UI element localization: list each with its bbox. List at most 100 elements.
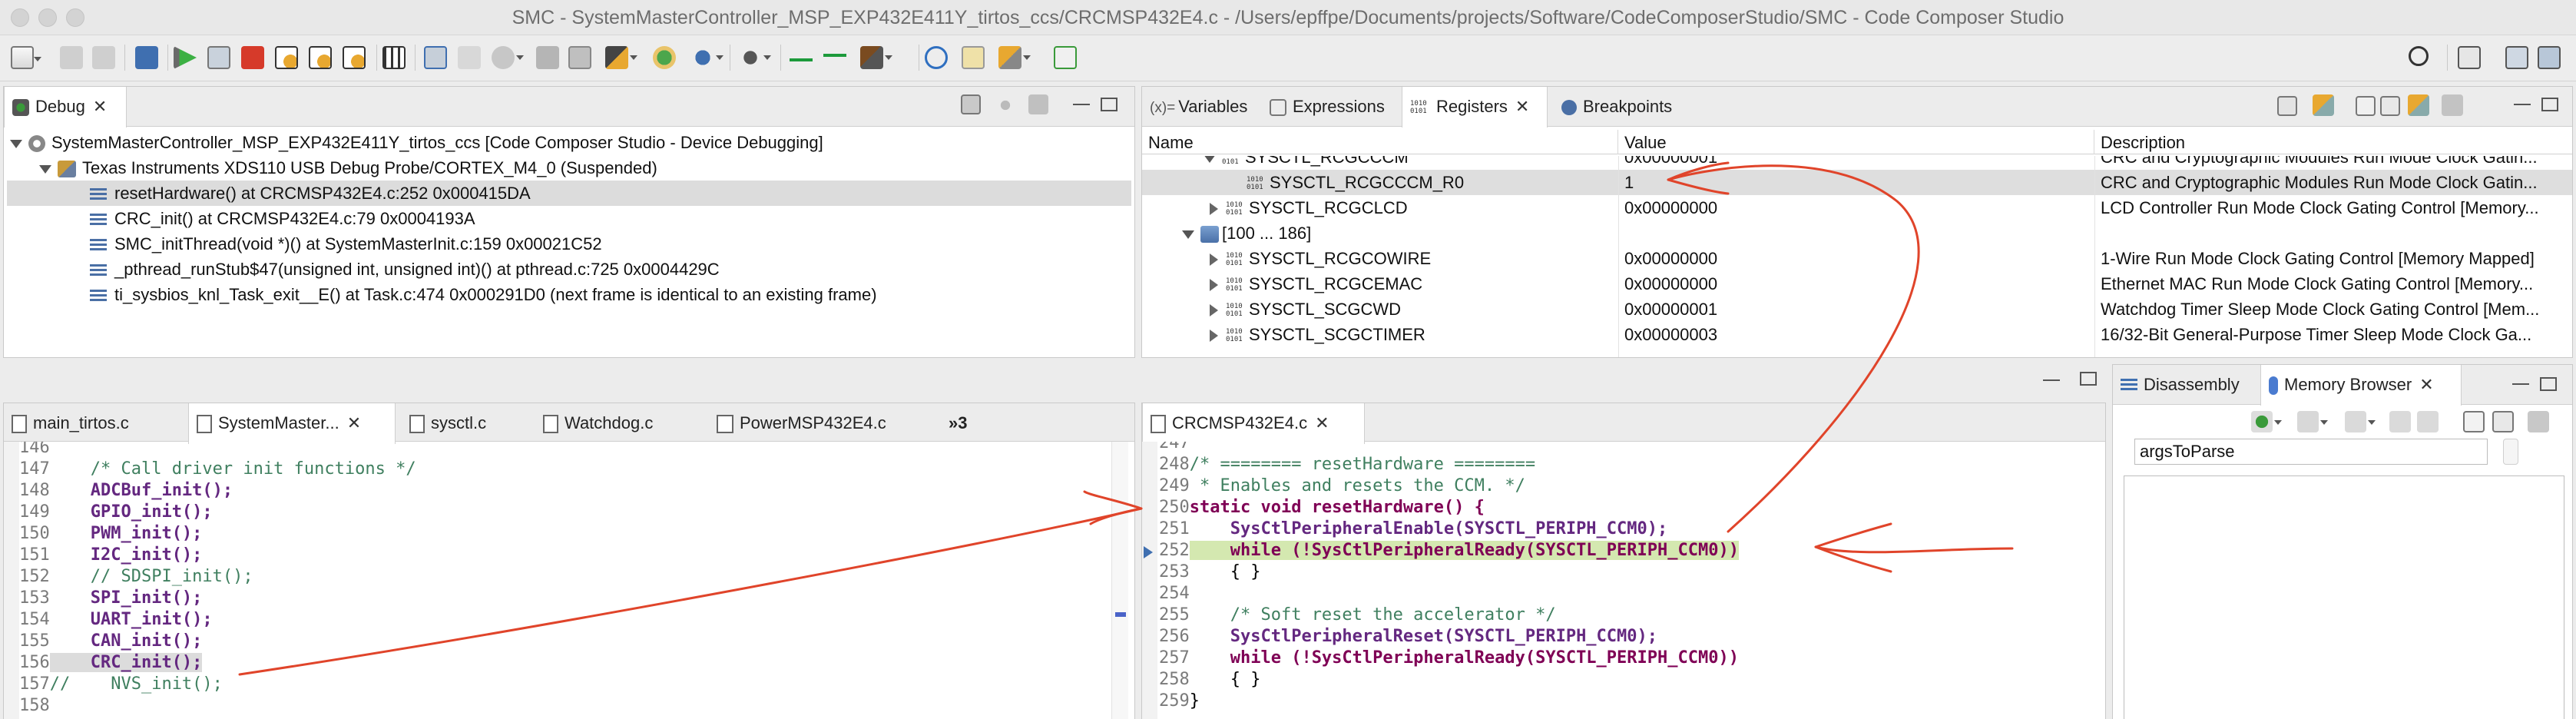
step-assembly-icon[interactable]: [790, 46, 813, 69]
tab-memory-browser[interactable]: Memory Browser ✕: [2260, 365, 2462, 406]
tab-systemmaster[interactable]: SystemMaster... ✕: [188, 403, 396, 444]
search-debug-icon[interactable]: [925, 46, 948, 69]
new-renderer-icon[interactable]: [2492, 411, 2514, 432]
disabled-icon[interactable]: [568, 46, 591, 69]
view-menu-icon[interactable]: [1028, 94, 1048, 114]
new-icon[interactable]: [11, 46, 41, 69]
register-group-row[interactable]: [100 ... 186]: [1142, 220, 2572, 246]
connect-target-icon[interactable]: [424, 46, 447, 69]
register-value[interactable]: 0x00000000: [1618, 246, 2094, 271]
format-icon[interactable]: [2297, 411, 2328, 432]
minimize-icon[interactable]: [2514, 104, 2531, 105]
minimize-editor-icon[interactable]: [2043, 379, 2060, 381]
register-row[interactable]: 1010 0101 SYSCTL_RCGCEMAC 0x00000000 Ethe…: [1142, 271, 2572, 297]
tab-powermsp[interactable]: PowerMSP432E4.c: [709, 403, 932, 443]
column-description[interactable]: Description: [2094, 130, 2572, 154]
register-row[interactable]: 1010 0101 SYSCTL_RCGCOWIRE 0x00000000 1-W…: [1142, 246, 2572, 271]
tab-watchdog[interactable]: Watchdog.c: [535, 403, 703, 443]
tree-item-session[interactable]: SystemMasterController_MSP_EXP432E411Y_t…: [7, 130, 1131, 155]
import-icon[interactable]: [2389, 411, 2411, 432]
maximize-editor-icon[interactable]: [2080, 372, 2097, 386]
step-over-assembly-icon[interactable]: [823, 46, 846, 69]
tab-expressions[interactable]: Expressions: [1262, 87, 1397, 127]
terminate-icon[interactable]: [241, 46, 264, 69]
stack-frame[interactable]: resetHardware() at CRCMSP432E4.c:252 0x0…: [7, 181, 1131, 206]
column-name[interactable]: Name: [1142, 130, 1618, 154]
new-tab-icon[interactable]: [2463, 411, 2485, 432]
hammer-icon[interactable]: [860, 46, 892, 69]
edit-perspective-icon[interactable]: [2505, 46, 2528, 69]
refresh-icon[interactable]: [2313, 94, 2334, 116]
more-tabs-button[interactable]: »3: [941, 403, 987, 443]
stack-frame[interactable]: _pthread_runStub$47(unsigned int, unsign…: [7, 257, 1131, 282]
link-icon[interactable]: [2345, 411, 2376, 432]
resume-icon[interactable]: [174, 46, 197, 69]
code-area[interactable]: 146 147 /* Call driver init functions */…: [19, 442, 1110, 719]
search-icon[interactable]: [2409, 46, 2429, 66]
save-all-icon[interactable]: [92, 46, 115, 69]
collapse-icon[interactable]: [2277, 96, 2297, 116]
maximize-icon[interactable]: [2540, 377, 2557, 391]
maximize-icon[interactable]: [2541, 98, 2558, 111]
close-icon[interactable]: ✕: [93, 87, 107, 127]
register-row[interactable]: 1010 0101 SYSCTL_SCGCTIMER 0x00000003 16/…: [1142, 322, 2572, 347]
restart-icon[interactable]: [536, 46, 559, 69]
tab-main-tirtos[interactable]: main_tirtos.c: [4, 403, 182, 443]
close-icon[interactable]: ✕: [1515, 87, 1529, 127]
register-value[interactable]: 0x00000001: [1618, 297, 2094, 322]
stack-frame[interactable]: CRC_init() at CRCMSP432E4.c:79 0x0004193…: [7, 206, 1131, 231]
view-menu-icon[interactable]: [2442, 94, 2463, 116]
export-memory-icon[interactable]: [2417, 411, 2439, 432]
tab-sysctl[interactable]: sysctl.c: [402, 403, 529, 443]
terminal-icon[interactable]: [135, 46, 158, 69]
wand-icon[interactable]: [998, 46, 1031, 69]
register-row[interactable]: 1010 0101 SYSCTL_RCGCLCD 0x00000000 LCD C…: [1142, 195, 2572, 220]
step-over-icon[interactable]: [309, 46, 332, 69]
tab-crcmsp[interactable]: CRCMSP432E4.c ✕: [1142, 403, 1365, 444]
debug-perspective-icon[interactable]: [2538, 46, 2561, 69]
column-value[interactable]: Value: [1618, 130, 2094, 154]
save-icon[interactable]: [60, 46, 83, 69]
tab-registers[interactable]: 1010 0101 Registers ✕: [1402, 87, 1548, 128]
register-value[interactable]: 0x00000000: [1618, 195, 2094, 220]
new-group-icon[interactable]: [2356, 96, 2376, 116]
address-history-button[interactable]: [2503, 439, 2518, 465]
register-value[interactable]: 1: [1618, 170, 2094, 195]
view-menu-icon[interactable]: [2528, 411, 2549, 432]
close-icon[interactable]: ✕: [2419, 365, 2433, 405]
minimize-icon[interactable]: [1073, 104, 1090, 105]
debug-launch-icon[interactable]: [653, 46, 676, 69]
collapse-all-icon[interactable]: [961, 94, 981, 114]
close-icon[interactable]: ✕: [347, 403, 361, 443]
stack-frame[interactable]: ti_sysbios_knl_Task_exit__E() at Task.c:…: [7, 282, 1131, 307]
maximize-icon[interactable]: [1101, 98, 1117, 111]
tree-item-probe[interactable]: Texas Instruments XDS110 USB Debug Probe…: [7, 155, 1131, 181]
code-area-right[interactable]: 247 248/* ======== resetHardware =======…: [1159, 442, 2096, 719]
stack-frame[interactable]: SMC_initThread(void *)() at SystemMaster…: [7, 231, 1131, 257]
continuous-refresh-icon[interactable]: [2408, 94, 2429, 116]
step-into-icon[interactable]: [275, 46, 298, 69]
register-value[interactable]: 0x00000000: [1618, 271, 2094, 297]
export-icon[interactable]: [2380, 96, 2400, 116]
edit-icon[interactable]: [1054, 46, 1077, 69]
register-row[interactable]: 1010 0101 SYSCTL_RCGCCCM 0x00000001 CRC a…: [1142, 156, 2572, 170]
remove-launch-icon[interactable]: [995, 94, 1016, 116]
tab-variables[interactable]: (x)= Variables: [1142, 87, 1256, 127]
build-icon[interactable]: [605, 46, 637, 69]
go-icon[interactable]: [2251, 411, 2282, 432]
overview-ruler[interactable]: [1111, 442, 1128, 719]
note-icon[interactable]: [962, 46, 985, 69]
settings-icon[interactable]: [739, 46, 771, 69]
tab-debug[interactable]: Debug ✕: [4, 87, 127, 128]
cpu-reset-icon[interactable]: [492, 46, 524, 69]
grid-icon[interactable]: [382, 46, 406, 69]
run-icon[interactable]: [691, 46, 723, 69]
suspend-icon[interactable]: [207, 46, 230, 69]
register-row[interactable]: 1010 0101 SYSCTL_RCGCCCM_R0 1 CRC and Cry…: [1142, 170, 2572, 195]
memory-content-area[interactable]: [2124, 475, 2564, 719]
tab-disassembly[interactable]: Disassembly: [2113, 365, 2257, 405]
minimize-icon[interactable]: [2512, 383, 2529, 385]
link-icon[interactable]: [458, 46, 481, 69]
step-return-icon[interactable]: [343, 46, 366, 69]
register-value[interactable]: 0x00000001: [1618, 156, 2094, 170]
